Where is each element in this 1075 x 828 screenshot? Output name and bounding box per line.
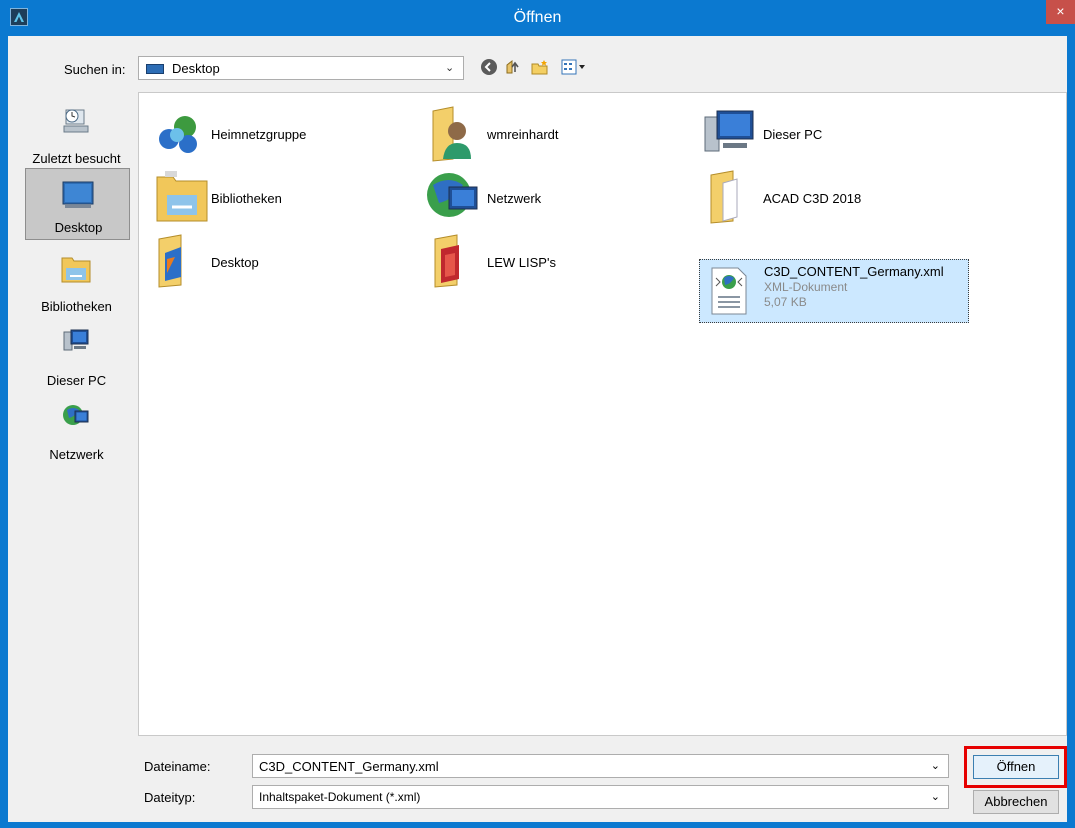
place-label: Zuletzt besucht <box>32 151 121 166</box>
up-folder-icon[interactable] <box>504 58 522 78</box>
lookin-value: Desktop <box>172 61 220 76</box>
user-folder-icon <box>432 106 471 162</box>
file-name: Bibliotheken <box>211 191 282 206</box>
places-bar: Zuletzt besucht Desktop Bibliotheken Die… <box>12 92 131 814</box>
filetype-label: Dateityp: <box>144 790 196 805</box>
filetype-value: Inhaltspaket-Dokument (*.xml) <box>259 790 421 804</box>
place-this-pc[interactable]: Dieser PC <box>24 324 129 392</box>
file-name: Netzwerk <box>487 191 542 206</box>
file-size: 5,07 KB <box>764 295 807 309</box>
place-label: Bibliotheken <box>41 299 112 314</box>
file-name: wmreinhardt <box>487 127 559 142</box>
file-name: Heimnetzgruppe <box>211 127 307 142</box>
file-item-desktop[interactable]: Desktop <box>147 233 407 293</box>
filename-input[interactable]: C3D_CONTENT_Germany.xml ⌄ <box>252 754 949 778</box>
chevron-down-icon[interactable]: ⌄ <box>931 790 940 803</box>
place-label: Desktop <box>54 220 103 235</box>
desktop-icon <box>146 64 164 74</box>
file-list-view[interactable]: Heimnetzgruppe Bibliotheken Desktop wmre… <box>138 92 1067 736</box>
computer-icon <box>704 110 754 152</box>
open-dialog: Öffnen × Suchen in: Desktop ⌄ Zuletzt be… <box>0 0 1075 828</box>
filename-label: Dateiname: <box>144 759 211 774</box>
file-item-libraries[interactable]: Bibliotheken <box>147 169 407 229</box>
place-libraries[interactable]: Bibliotheken <box>24 250 129 318</box>
file-item-xml[interactable]: C3D_CONTENT_Germany.xml XML-Dokument 5,0… <box>699 259 969 323</box>
file-type: XML-Dokument <box>764 280 848 294</box>
file-item-lew-lisp[interactable]: LEW LISP's <box>423 233 683 293</box>
desktop-icon <box>62 181 94 208</box>
title-bar: Öffnen × <box>0 0 1075 36</box>
computer-icon <box>63 329 89 351</box>
file-item-homegroup[interactable]: Heimnetzgruppe <box>147 105 407 165</box>
xml-file-icon <box>711 267 747 315</box>
dialog-client: Suchen in: Desktop ⌄ Zuletzt besucht Des… <box>8 36 1067 822</box>
file-item-user-folder[interactable]: wmreinhardt <box>423 105 683 165</box>
file-item-acad[interactable]: ACAD C3D 2018 <box>699 169 959 229</box>
close-button[interactable]: × <box>1046 0 1075 24</box>
file-item-network[interactable]: Netzwerk <box>423 169 683 229</box>
place-label: Dieser PC <box>46 373 107 388</box>
view-menu-icon[interactable] <box>560 58 588 78</box>
chevron-down-icon: ⌄ <box>445 62 455 74</box>
file-name: ACAD C3D 2018 <box>763 191 862 206</box>
back-icon[interactable] <box>480 58 498 78</box>
highlight-box <box>964 746 1067 788</box>
file-name: C3D_CONTENT_Germany.xml <box>764 264 944 279</box>
window-title: Öffnen <box>513 9 562 26</box>
new-folder-icon[interactable] <box>530 58 550 78</box>
network-icon <box>427 173 478 217</box>
chevron-down-icon[interactable]: ⌄ <box>931 759 940 772</box>
cancel-button[interactable]: Abbrechen <box>973 790 1059 814</box>
file-name: Desktop <box>211 255 259 270</box>
lookin-dropdown[interactable]: Desktop ⌄ <box>138 56 464 80</box>
filetype-dropdown[interactable]: Inhaltspaket-Dokument (*.xml) ⌄ <box>252 785 949 809</box>
place-label: Netzwerk <box>49 447 104 462</box>
filename-value: C3D_CONTENT_Germany.xml <box>259 759 439 774</box>
folder-icon <box>158 234 182 288</box>
lookin-label: Suchen in: <box>64 62 126 77</box>
file-name: LEW LISP's <box>487 255 556 270</box>
libraries-icon <box>156 171 208 222</box>
place-network[interactable]: Netzwerk <box>24 398 129 466</box>
place-desktop[interactable]: Desktop <box>25 168 130 240</box>
folder-icon <box>434 234 459 288</box>
folder-icon <box>710 170 738 224</box>
network-icon <box>63 405 89 425</box>
recent-places-icon <box>63 109 89 133</box>
homegroup-icon <box>159 116 197 153</box>
libraries-icon <box>61 257 91 283</box>
file-item-this-pc[interactable]: Dieser PC <box>699 105 959 165</box>
place-recent[interactable]: Zuletzt besucht <box>24 102 129 170</box>
file-name: Dieser PC <box>763 127 823 142</box>
